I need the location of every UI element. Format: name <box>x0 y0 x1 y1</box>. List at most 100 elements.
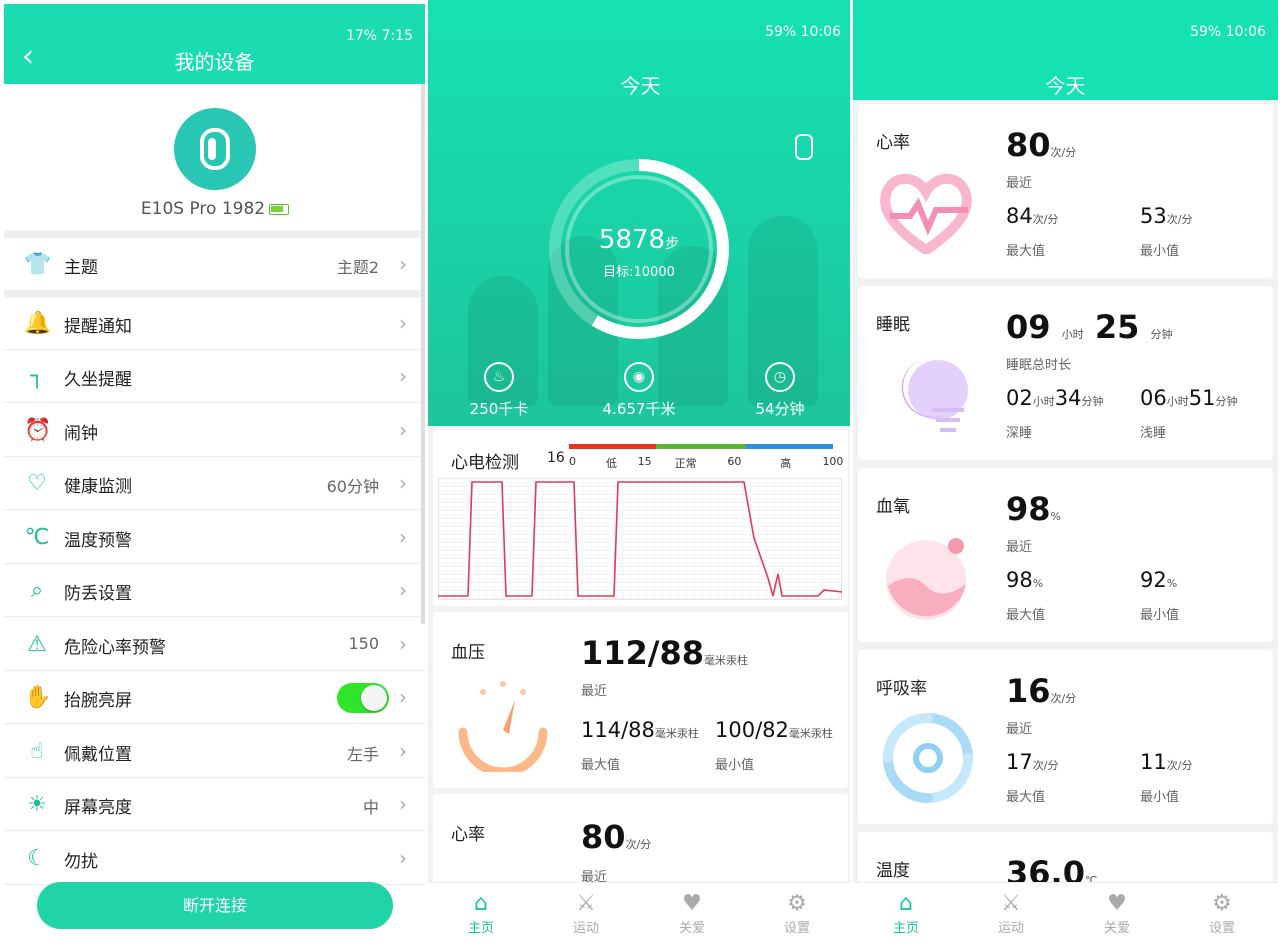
menu-item-value: 60分钟 <box>326 477 379 496</box>
blood-pressure-card[interactable]: 血压 112/88毫米汞柱 最近 114/88毫米汞柱 最大值 100/82毫米… <box>433 612 848 788</box>
recent-label: 最近 <box>1006 722 1033 737</box>
steps-goal: 目标:10000 <box>603 265 675 280</box>
menu-item-1[interactable]: 🔔 提醒通知 › <box>4 297 425 350</box>
flame-icon: ♨ <box>484 362 514 392</box>
menu-item-label: 久坐提醒 <box>64 370 132 390</box>
gauge-icon <box>458 681 548 772</box>
bp-value: 112/88毫米汞柱 <box>581 634 749 672</box>
divider <box>4 290 425 298</box>
hr-max: 84次/分 <box>1006 204 1059 228</box>
ecg-value: 16 <box>547 450 565 466</box>
resp-min: 11次/分 <box>1140 750 1193 774</box>
light-sleep-label: 浅睡 <box>1140 426 1167 441</box>
sleep-total: 09 小时 25 分钟 <box>1006 308 1173 346</box>
chevron-right-icon: › <box>399 578 407 602</box>
tab-care[interactable]: ♥ 关爱 <box>1077 891 1157 936</box>
tab-home[interactable]: ⌂ 主页 <box>441 891 521 936</box>
shirt-icon: 👕 <box>24 252 52 277</box>
bp-min-label: 最小值 <box>715 758 755 773</box>
legend-tick: 低 <box>605 457 617 470</box>
chevron-right-icon: › <box>399 252 407 276</box>
clock-icon: ◷ <box>765 362 795 392</box>
chevron-right-icon: › <box>399 792 407 816</box>
chevron-right-icon: › <box>399 418 407 442</box>
alarm-icon: ⏰ <box>24 418 52 443</box>
menu-item-8[interactable]: ✋ 抬腕亮屏 › <box>4 671 425 724</box>
status-bar: 59% 10:06 <box>765 24 841 40</box>
tab-sport[interactable]: ⚔ 运动 <box>971 891 1051 936</box>
menu-item-label: 提醒通知 <box>64 317 132 337</box>
tab-care[interactable]: ♥ 关爱 <box>652 891 732 936</box>
thumb-icon: ☝ <box>30 739 44 764</box>
band-icon <box>174 108 256 190</box>
hr-label: 心率 <box>451 825 485 845</box>
menu-item-value: 150 <box>348 634 379 653</box>
device-settings-screen: 17% 7:15 ‹ 我的设备 E10S Pro 1982 👕 主题 主题2 › 🔔 提醒… <box>0 0 425 944</box>
today-title: 今天 <box>1045 74 1086 98</box>
bp-label: 血压 <box>451 643 485 663</box>
heart-rate-card[interactable]: 心率 80次/分 最近 84次/分 最大值 53次/分 最小值 <box>858 104 1273 278</box>
distance-stat: ◉ 4.657千米 <box>584 362 694 419</box>
menu-item-label: 勿扰 <box>64 852 98 872</box>
blood-oxygen-card[interactable]: 血氧 98% 最近 98% 最大值 92% 最小值 <box>858 468 1273 642</box>
home-icon: ⌂ <box>899 891 913 916</box>
menu-item-10[interactable]: ☀ 屏幕亮度 中 › <box>4 778 425 831</box>
menu-item-9[interactable]: ☝ 佩戴位置 左手 › <box>4 725 425 778</box>
hr-value: 80次/分 <box>581 818 652 856</box>
tab-settings[interactable]: ⚙ 设置 <box>1182 891 1262 936</box>
header-bar: 59% 10:06 今天 <box>853 0 1278 100</box>
max-label: 最大值 <box>1006 244 1046 259</box>
respiration-card[interactable]: 呼吸率 16次/分 最近 17次/分 最大值 11次/分 最小值 <box>858 650 1273 824</box>
device-name-row: E10S Pro 1982 <box>0 199 425 219</box>
gear-icon: ⚙ <box>787 891 807 916</box>
menu-item-4[interactable]: ♡ 健康监测 60分钟 › <box>4 457 425 510</box>
calories-stat: ♨ 250千卡 <box>444 362 554 419</box>
chevron-right-icon: › <box>399 632 407 656</box>
health-screen: 59% 10:06 今天 心率 80次/分 最近 84次/分 最大值 53次/分… <box>853 0 1278 944</box>
card-label: 血氧 <box>876 497 910 517</box>
menu-item-7[interactable]: ⚠ 危险心率预警 150 › <box>4 618 425 671</box>
steps-hero: 59% 10:06 今天 5878步 目标:10000 ♨ 250千卡 ◉ 4.65… <box>428 0 853 426</box>
disconnect-button[interactable]: 断开连接 <box>37 882 393 929</box>
ecg-card[interactable]: 心电检测 16 0 低 15 正常 60 高 100 <box>433 430 848 606</box>
menu-item-value: 主题2 <box>336 258 379 277</box>
card-label: 睡眠 <box>876 315 910 335</box>
home-screen: 59% 10:06 今天 5878步 目标:10000 ♨ 250千卡 ◉ 4.65… <box>428 0 853 944</box>
menu-item-11[interactable]: ☾ 勿扰 › <box>4 832 425 885</box>
deep-sleep-label: 深睡 <box>1006 426 1033 441</box>
legend-tick: 正常 <box>674 457 697 470</box>
location-icon: ◉ <box>624 362 654 392</box>
tab-sport[interactable]: ⚔ 运动 <box>546 891 626 936</box>
tab-home[interactable]: ⌂ 主页 <box>866 891 946 936</box>
menu-item-5[interactable]: ℃ 温度预警 › <box>4 511 425 564</box>
tab-settings[interactable]: ⚙ 设置 <box>757 891 837 936</box>
legend-tick: 高 <box>780 457 792 470</box>
raise-wrist-toggle[interactable] <box>337 683 389 713</box>
header-bar: 17% 7:15 ‹ 我的设备 <box>4 4 425 84</box>
sleep-card[interactable]: 睡眠 09 小时 25 分钟 睡眠总时长 02小时34分钟 深睡 06小时51分… <box>858 286 1273 460</box>
menu-item-label: 危险心率预警 <box>64 638 166 658</box>
menu-item-2[interactable]: ┐ 久坐提醒 › <box>4 350 425 403</box>
sedentary-icon: ┐ <box>30 364 44 389</box>
sun-icon: ☀ <box>27 792 47 817</box>
bell-icon: 🔔 <box>24 311 52 336</box>
menu-item-3[interactable]: ⏰ 闹钟 › <box>4 404 425 457</box>
legend-tick: 0 <box>569 455 576 468</box>
menu-item-label: 温度预警 <box>64 531 132 551</box>
watch-icon[interactable] <box>795 134 813 160</box>
bp-max-label: 最大值 <box>581 758 621 773</box>
page-title: 我的设备 <box>174 50 255 74</box>
resp-value: 16次/分 <box>1006 672 1077 710</box>
sleep-moon-icon <box>901 360 968 432</box>
menu-item-6[interactable]: ⌕ 防丢设置 › <box>4 564 425 617</box>
menu-item-label: 抬腕亮屏 <box>64 691 132 711</box>
light-sleep: 06小时51分钟 <box>1140 386 1238 410</box>
hr-min: 53次/分 <box>1140 204 1193 228</box>
card-label: 心率 <box>876 133 910 153</box>
resp-max: 17次/分 <box>1006 750 1059 774</box>
menu-item-label: 健康监测 <box>64 477 132 497</box>
heart-pulse-icon: ♡ <box>27 471 47 496</box>
recent-label: 最近 <box>1006 540 1033 555</box>
runner-icon: ⚔ <box>576 891 596 916</box>
menu-item-0[interactable]: 👕 主题 主题2 › <box>4 238 425 291</box>
